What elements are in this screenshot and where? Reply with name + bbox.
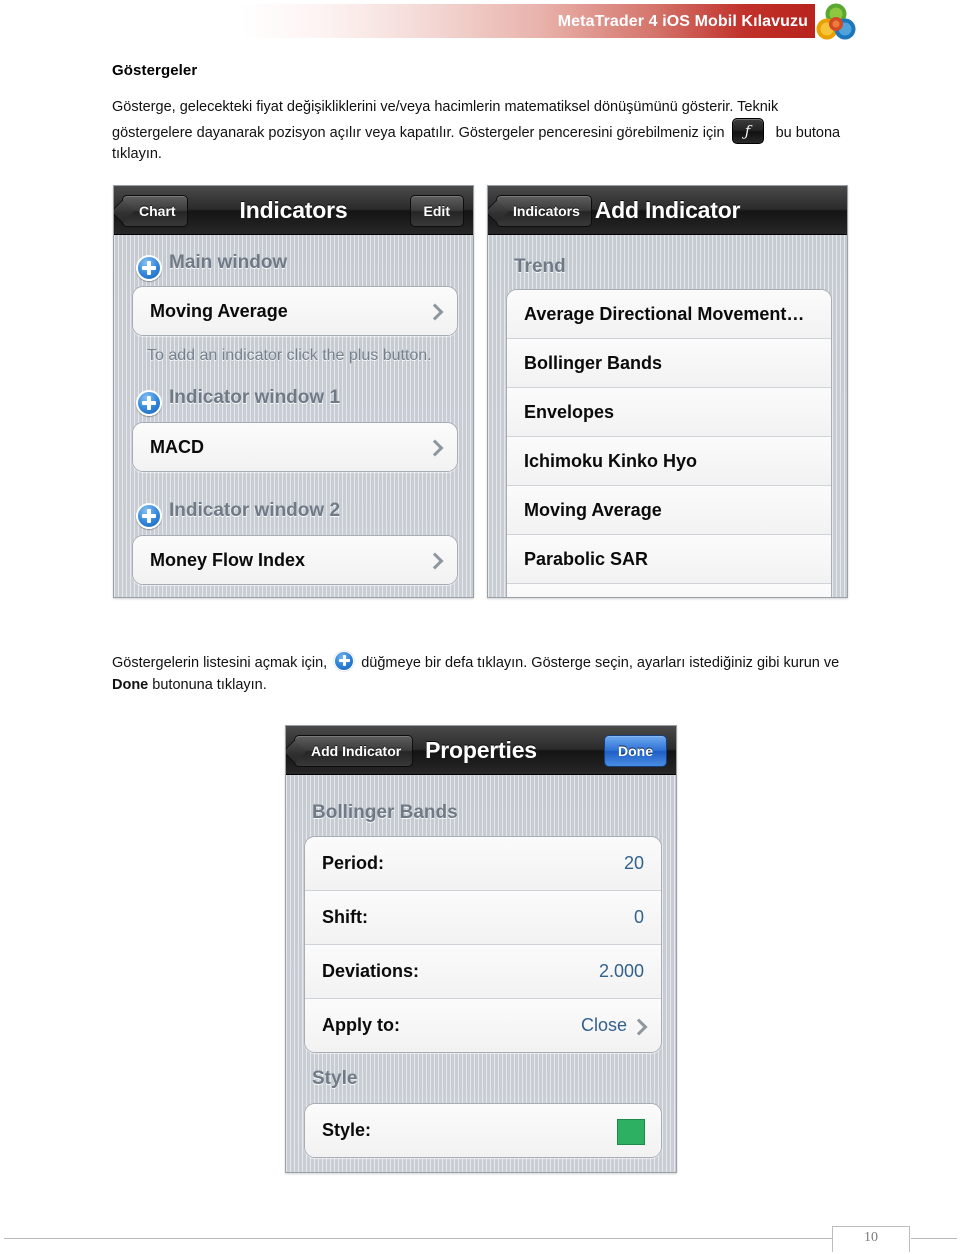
cell-label: Parabolic SAR	[524, 549, 649, 569]
screenshot-indicators: Main window Moving Average To add an ind…	[113, 185, 474, 598]
list-item[interactable]: Money Flow Index	[133, 536, 457, 584]
list-item[interactable]: Ichimoku Kinko Hyo	[507, 437, 831, 486]
page-number: 10	[864, 1230, 878, 1245]
paragraph-2-bold-done: Done	[112, 676, 149, 693]
cellgroup-main-window: Moving Average	[132, 286, 458, 336]
function-f-icon: ƒ	[744, 122, 751, 140]
cell-label: Shift:	[322, 907, 368, 927]
cell-label: Moving Average	[524, 500, 662, 520]
page-header-banner: MetaTrader 4 iOS Mobil Kılavuzu	[240, 3, 856, 40]
chevron-right-icon	[630, 1018, 648, 1035]
group-label-window-1: Indicator window 1	[169, 387, 341, 408]
navbar-add-indicator: Add Indicator Indicators	[488, 186, 847, 235]
group-label-main-window: Main window	[169, 252, 288, 273]
indicator-function-button[interactable]: ƒ	[731, 118, 764, 144]
cell-value: 2.000	[598, 961, 644, 981]
section-label-style: Style	[312, 1068, 358, 1089]
paragraph-1: Gösterge, gelecekteki fiyat değişiklikle…	[112, 97, 856, 165]
add-indicator-content: Trend Average Directional Movement… Boll…	[488, 234, 847, 597]
cell-label: Moving Average	[150, 301, 288, 321]
paragraph-1-text-a: Gösterge, gelecekteki fiyat değişiklikle…	[112, 99, 779, 141]
list-item[interactable]: Style:	[305, 1104, 661, 1157]
list-item[interactable]: MACD	[133, 423, 457, 471]
cell-value: 20	[623, 853, 644, 873]
cell-label: Bollinger Bands	[524, 353, 663, 373]
chevron-right-icon	[426, 303, 444, 321]
list-item[interactable]: Apply to: Close	[305, 999, 661, 1052]
cellgroup-window-1: MACD	[132, 422, 458, 472]
add-circle-icon-window-1[interactable]	[136, 390, 162, 416]
chevron-right-icon	[426, 439, 444, 457]
cell-label: MACD	[150, 437, 204, 457]
edit-button[interactable]: Edit	[409, 195, 464, 227]
cell-value: 0	[633, 907, 644, 927]
list-item[interactable]: Average Directional Movement…	[507, 290, 831, 339]
paragraph-2: Göstergelerin listesini açmak için, düğm…	[112, 650, 858, 696]
back-button-add-indicator[interactable]: Add Indicator	[294, 735, 414, 767]
list-item[interactable]: Deviations: 2.000	[305, 945, 661, 999]
list-item[interactable]: Parabolic SAR	[507, 535, 831, 584]
section-label-trend: Trend	[514, 256, 566, 277]
banner-title: MetaTrader 4 iOS Mobil Kılavuzu	[557, 13, 808, 30]
back-button-chart[interactable]: Chart	[122, 195, 188, 227]
cell-label: Ichimoku Kinko Hyo	[524, 451, 698, 471]
list-item[interactable]: Bollinger Bands	[507, 339, 831, 388]
navbar-indicators: Indicators Chart Edit	[114, 186, 473, 235]
cell-label: Envelopes	[524, 402, 615, 422]
cell-label: Style:	[322, 1120, 372, 1140]
navbar-properties: Properties Add Indicator Done	[286, 726, 676, 775]
cellgroup-properties: Period: 20 Shift: 0 Deviations: 2.000 Ap…	[304, 836, 662, 1053]
back-button-indicators[interactable]: Indicators	[496, 195, 592, 227]
indicators-content: Main window Moving Average To add an ind…	[114, 234, 473, 597]
cell-label: Apply to:	[322, 1015, 400, 1035]
cell-label: Deviations:	[322, 961, 420, 981]
color-swatch[interactable]	[617, 1118, 645, 1145]
list-item[interactable]: Moving Average	[507, 486, 831, 535]
chevron-right-icon	[426, 552, 444, 570]
screenshot-add-indicator: Trend Average Directional Movement… Boll…	[487, 185, 848, 598]
add-circle-icon-main-window[interactable]	[136, 255, 162, 281]
list-item[interactable]: Moving Average	[133, 287, 457, 335]
list-item[interactable]: Shift: 0	[305, 891, 661, 945]
group-label-window-2: Indicator window 2	[169, 500, 341, 521]
add-circle-icon-inline[interactable]	[334, 650, 355, 671]
paragraph-2-text-a: Göstergelerin listesini açmak için,	[112, 654, 328, 671]
paragraph-2-text-b: düğmeye bir defa tıklayın. Gösterge seçi…	[361, 654, 840, 671]
add-circle-icon-window-2[interactable]	[136, 503, 162, 529]
page-title: Göstergeler	[112, 62, 198, 79]
hint-add-indicator: To add an indicator click the plus butto…	[147, 347, 432, 364]
done-button[interactable]: Done	[604, 735, 667, 767]
page-number-box: 10	[832, 1226, 957, 1252]
metaquotes-logo-icon	[816, 3, 856, 40]
properties-content: Bollinger Bands Period: 20 Shift: 0 Devi…	[286, 774, 676, 1172]
cellgroup-trend-indicators: Average Directional Movement… Bollinger …	[506, 289, 832, 597]
cellgroup-style: Style:	[304, 1103, 662, 1158]
document-text-block: Göstergeler Gösterge, gelecekteki fiyat …	[112, 62, 856, 165]
screenshot-properties: Bollinger Bands Period: 20 Shift: 0 Devi…	[285, 725, 677, 1173]
paragraph-2-text-c: butonuna tıklayın.	[152, 676, 267, 693]
list-item-partial[interactable]	[507, 584, 831, 597]
cell-label: Money Flow Index	[150, 550, 306, 570]
cell-value: Close	[580, 1015, 627, 1035]
list-item[interactable]: Period: 20	[305, 837, 661, 891]
section-label-bollinger-bands: Bollinger Bands	[312, 802, 458, 823]
cellgroup-window-2: Money Flow Index	[132, 535, 458, 585]
list-item[interactable]: Envelopes	[507, 388, 831, 437]
cell-label: Average Directional Movement…	[524, 304, 805, 324]
footer-divider	[4, 1238, 832, 1239]
cell-label: Period:	[322, 853, 385, 873]
